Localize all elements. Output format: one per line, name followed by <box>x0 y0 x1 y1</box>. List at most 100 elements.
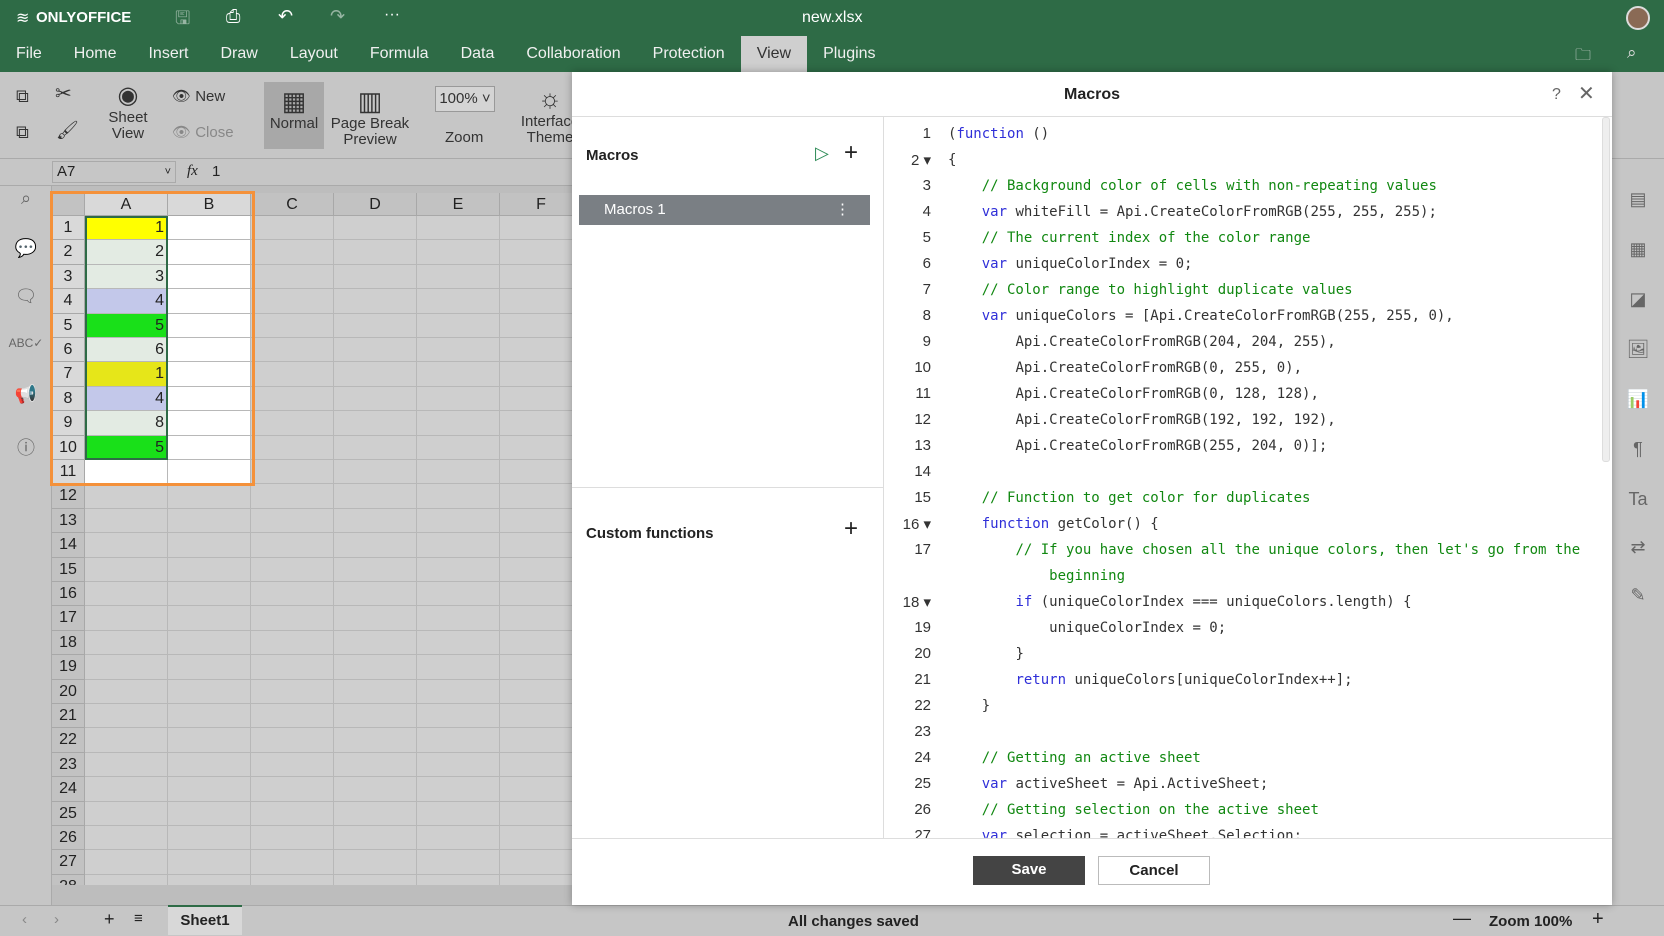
row-header[interactable]: 26 <box>52 826 85 851</box>
row-header[interactable]: 9 <box>52 411 85 436</box>
cell[interactable] <box>500 387 572 412</box>
code-line[interactable]: var uniqueColors = [Api.CreateColorFromR… <box>948 303 1588 329</box>
cell[interactable] <box>168 313 251 338</box>
row-header[interactable]: 16 <box>52 582 85 607</box>
cell[interactable] <box>168 752 251 778</box>
cancel-button[interactable]: Cancel <box>1098 856 1210 885</box>
cell[interactable] <box>168 801 251 826</box>
cell[interactable] <box>500 484 572 509</box>
cell[interactable] <box>334 362 417 387</box>
formula-input[interactable]: 1 <box>212 163 220 180</box>
code-line[interactable]: Api.CreateColorFromRGB(204, 204, 255), <box>948 329 1588 355</box>
cell[interactable] <box>168 240 251 265</box>
cell[interactable] <box>251 216 334 241</box>
row-header[interactable]: 21 <box>52 704 85 729</box>
cell[interactable] <box>85 557 168 582</box>
row-header[interactable]: 25 <box>52 801 85 826</box>
cell[interactable] <box>334 752 417 778</box>
cell[interactable] <box>251 606 334 631</box>
row-header[interactable]: 1 <box>52 216 85 241</box>
cell-settings-icon[interactable]: ▤ <box>1612 189 1664 210</box>
cell[interactable] <box>85 801 168 826</box>
cell[interactable] <box>417 826 500 851</box>
cell[interactable] <box>500 680 572 704</box>
row-header[interactable]: 12 <box>52 484 85 509</box>
cell[interactable] <box>251 289 334 314</box>
cell[interactable] <box>500 338 572 363</box>
next-sheet-icon[interactable]: › <box>54 911 59 928</box>
cell[interactable] <box>500 850 572 875</box>
cell[interactable] <box>500 704 572 729</box>
menu-collaboration[interactable]: Collaboration <box>510 36 636 72</box>
row-header[interactable]: 15 <box>52 557 85 582</box>
zoom-in-icon[interactable]: + <box>1592 908 1604 931</box>
cell[interactable] <box>168 874 251 885</box>
copy-icon[interactable]: ⧉ <box>16 87 29 105</box>
cell[interactable] <box>251 460 334 485</box>
cell[interactable] <box>500 362 572 387</box>
cell[interactable] <box>334 313 417 338</box>
cell[interactable] <box>334 508 417 534</box>
cell[interactable] <box>168 338 251 363</box>
row-header[interactable]: 28 <box>52 874 85 885</box>
row-header[interactable]: 8 <box>52 386 85 412</box>
row-header[interactable]: 13 <box>52 508 85 534</box>
cell[interactable] <box>168 508 251 534</box>
spreadsheet-grid[interactable]: A B C D E F 1 1 2 2 3 3 4 4 5 5 6 6 7 1 8 4 9 8 10 5 11 12 13 14 15 16 1… <box>52 193 572 885</box>
menu-insert[interactable]: Insert <box>132 36 204 72</box>
add-macro-icon[interactable]: + <box>844 139 858 167</box>
code-line[interactable]: // Getting selection on the active sheet <box>948 797 1588 823</box>
code-line[interactable]: var selection = activeSheet.Selection; <box>948 823 1588 838</box>
cell[interactable] <box>85 630 168 656</box>
cell[interactable] <box>251 484 334 509</box>
code-line[interactable]: var uniqueColorIndex = 0; <box>948 251 1588 277</box>
cell[interactable] <box>500 509 572 534</box>
code-scrollbar[interactable] <box>1602 117 1610 462</box>
code-line[interactable]: Api.CreateColorFromRGB(0, 255, 0), <box>948 355 1588 381</box>
cell[interactable] <box>417 313 500 338</box>
code-line[interactable]: // Function to get color for duplicates <box>948 485 1588 511</box>
info-icon[interactable]: ⓘ <box>0 434 52 460</box>
search-icon[interactable]: ⌕ <box>1627 43 1637 63</box>
code-line[interactable]: // Background color of cells with non-re… <box>948 173 1588 199</box>
close-icon[interactable]: ✕ <box>1578 72 1595 117</box>
menu-formula[interactable]: Formula <box>354 36 445 72</box>
cell[interactable] <box>417 338 500 363</box>
cell[interactable] <box>168 655 251 680</box>
cell[interactable] <box>168 704 251 729</box>
code-line[interactable]: } <box>948 693 1588 719</box>
cell[interactable] <box>417 289 500 314</box>
menu-home[interactable]: Home <box>58 36 133 72</box>
cell[interactable] <box>417 216 500 241</box>
cell[interactable] <box>417 630 500 656</box>
column-header[interactable]: F <box>500 193 572 216</box>
cell[interactable] <box>85 582 168 607</box>
cell[interactable] <box>417 533 500 558</box>
row-header[interactable]: 6 <box>52 338 85 363</box>
menu-layout[interactable]: Layout <box>274 36 354 72</box>
row-header[interactable]: 18 <box>52 630 85 656</box>
text-art-icon[interactable]: Ta <box>1612 489 1664 510</box>
cell[interactable] <box>85 460 168 485</box>
page-break-preview-button[interactable]: ▥ Page Break Preview <box>330 86 410 148</box>
cell[interactable] <box>334 240 417 265</box>
code-line[interactable]: (function () <box>948 121 1588 147</box>
menu-data[interactable]: Data <box>445 36 511 72</box>
code-line[interactable]: Api.CreateColorFromRGB(0, 128, 128), <box>948 381 1588 407</box>
code-line[interactable]: } <box>948 641 1588 667</box>
search-icon[interactable]: ⌕ <box>0 188 52 209</box>
cell[interactable] <box>168 216 251 241</box>
code-line[interactable]: // Color range to highlight duplicate va… <box>948 277 1588 303</box>
cell[interactable] <box>500 655 572 680</box>
cell[interactable] <box>251 362 334 387</box>
undo-icon[interactable]: ↶ <box>278 6 293 27</box>
row-header[interactable]: 14 <box>52 533 85 558</box>
cell[interactable] <box>334 533 417 558</box>
cell[interactable] <box>251 386 334 412</box>
cell[interactable] <box>334 679 417 704</box>
cell[interactable] <box>417 655 500 680</box>
cell[interactable] <box>251 264 334 290</box>
cell[interactable] <box>417 460 500 485</box>
cell[interactable] <box>500 875 572 885</box>
cell[interactable] <box>251 508 334 534</box>
